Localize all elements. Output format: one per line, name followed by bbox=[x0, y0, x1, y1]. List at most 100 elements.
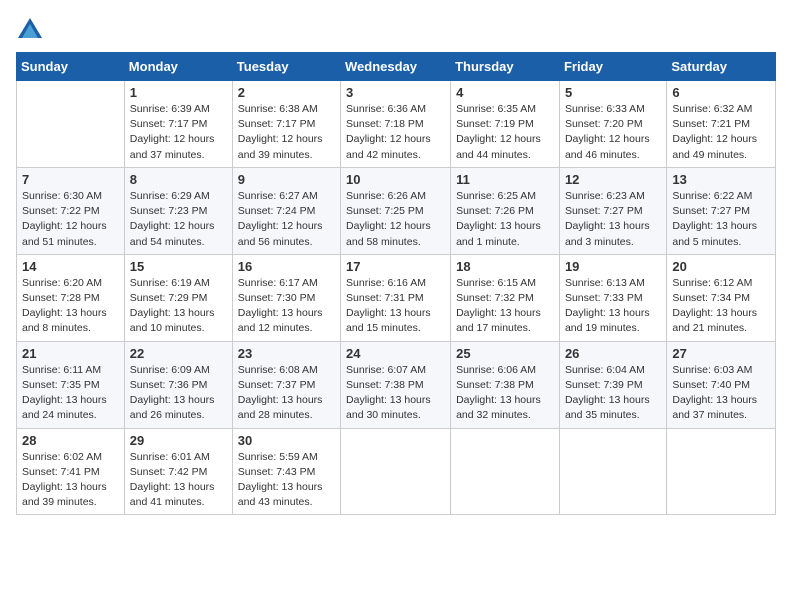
day-info: Sunrise: 6:26 AM Sunset: 7:25 PM Dayligh… bbox=[346, 189, 445, 250]
day-number: 4 bbox=[456, 85, 554, 100]
calendar-week-row: 14 Sunrise: 6:20 AM Sunset: 7:28 PM Dayli… bbox=[17, 254, 776, 341]
day-number: 26 bbox=[565, 346, 661, 361]
day-info: Sunrise: 6:13 AM Sunset: 7:33 PM Dayligh… bbox=[565, 276, 661, 337]
calendar-header-row: SundayMondayTuesdayWednesdayThursdayFrid… bbox=[17, 53, 776, 81]
day-number: 3 bbox=[346, 85, 445, 100]
calendar-cell: 30 Sunrise: 5:59 AM Sunset: 7:43 PM Dayli… bbox=[232, 428, 340, 515]
calendar-cell: 1 Sunrise: 6:39 AM Sunset: 7:17 PM Daylig… bbox=[124, 81, 232, 168]
day-number: 7 bbox=[22, 172, 119, 187]
day-number: 11 bbox=[456, 172, 554, 187]
day-info: Sunrise: 6:30 AM Sunset: 7:22 PM Dayligh… bbox=[22, 189, 119, 250]
calendar-cell: 28Sunrise: 6:02 AM Sunset: 7:41 PM Dayli… bbox=[17, 428, 125, 515]
day-header-wednesday: Wednesday bbox=[341, 53, 451, 81]
calendar-cell: 22 Sunrise: 6:09 AM Sunset: 7:36 PM Dayli… bbox=[124, 341, 232, 428]
day-info: Sunrise: 6:38 AM Sunset: 7:17 PM Dayligh… bbox=[238, 102, 335, 163]
calendar-cell: 26 Sunrise: 6:04 AM Sunset: 7:39 PM Dayli… bbox=[559, 341, 666, 428]
calendar-cell bbox=[17, 81, 125, 168]
day-info: Sunrise: 6:15 AM Sunset: 7:32 PM Dayligh… bbox=[456, 276, 554, 337]
day-number: 19 bbox=[565, 259, 661, 274]
logo bbox=[16, 16, 46, 44]
day-number: 22 bbox=[130, 346, 227, 361]
calendar-week-row: 7 Sunrise: 6:30 AM Sunset: 7:22 PM Daylig… bbox=[17, 167, 776, 254]
day-header-sunday: Sunday bbox=[17, 53, 125, 81]
day-info: Sunrise: 6:20 AM Sunset: 7:28 PM Dayligh… bbox=[22, 276, 119, 337]
calendar-cell: 23 Sunrise: 6:08 AM Sunset: 7:37 PM Dayli… bbox=[232, 341, 340, 428]
day-number: 25 bbox=[456, 346, 554, 361]
day-number: 2 bbox=[238, 85, 335, 100]
calendar-cell: 18 Sunrise: 6:15 AM Sunset: 7:32 PM Dayli… bbox=[451, 254, 560, 341]
calendar-cell: 17 Sunrise: 6:16 AM Sunset: 7:31 PM Dayli… bbox=[341, 254, 451, 341]
day-info: Sunrise: 6:11 AM Sunset: 7:35 PM Dayligh… bbox=[22, 363, 119, 424]
calendar-cell: 2 Sunrise: 6:38 AM Sunset: 7:17 PM Daylig… bbox=[232, 81, 340, 168]
day-info: Sunrise: 6:32 AM Sunset: 7:21 PM Dayligh… bbox=[672, 102, 770, 163]
day-info: Sunrise: 6:03 AM Sunset: 7:40 PM Dayligh… bbox=[672, 363, 770, 424]
calendar-cell: 14 Sunrise: 6:20 AM Sunset: 7:28 PM Dayli… bbox=[17, 254, 125, 341]
calendar-cell: 7 Sunrise: 6:30 AM Sunset: 7:22 PM Daylig… bbox=[17, 167, 125, 254]
calendar-cell: 16 Sunrise: 6:17 AM Sunset: 7:30 PM Dayli… bbox=[232, 254, 340, 341]
day-info: Sunrise: 6:29 AM Sunset: 7:23 PM Dayligh… bbox=[130, 189, 227, 250]
day-info: Sunrise: 6:22 AM Sunset: 7:27 PM Dayligh… bbox=[672, 189, 770, 250]
day-number: 9 bbox=[238, 172, 335, 187]
calendar-cell: 9 Sunrise: 6:27 AM Sunset: 7:24 PM Daylig… bbox=[232, 167, 340, 254]
calendar-cell bbox=[341, 428, 451, 515]
day-number: 24 bbox=[346, 346, 445, 361]
day-number: 1 bbox=[130, 85, 227, 100]
day-number: 29 bbox=[130, 433, 227, 448]
calendar-cell bbox=[559, 428, 666, 515]
calendar-cell bbox=[451, 428, 560, 515]
day-info: Sunrise: 6:27 AM Sunset: 7:24 PM Dayligh… bbox=[238, 189, 335, 250]
calendar-cell: 24Sunrise: 6:07 AM Sunset: 7:38 PM Dayli… bbox=[341, 341, 451, 428]
calendar-cell: 19 Sunrise: 6:13 AM Sunset: 7:33 PM Dayli… bbox=[559, 254, 666, 341]
calendar-cell: 11 Sunrise: 6:25 AM Sunset: 7:26 PM Dayli… bbox=[451, 167, 560, 254]
calendar-cell: 25 Sunrise: 6:06 AM Sunset: 7:38 PM Dayli… bbox=[451, 341, 560, 428]
day-info: Sunrise: 6:08 AM Sunset: 7:37 PM Dayligh… bbox=[238, 363, 335, 424]
calendar-table: SundayMondayTuesdayWednesdayThursdayFrid… bbox=[16, 52, 776, 515]
calendar-cell: 10 Sunrise: 6:26 AM Sunset: 7:25 PM Dayli… bbox=[341, 167, 451, 254]
calendar-cell bbox=[667, 428, 776, 515]
day-header-friday: Friday bbox=[559, 53, 666, 81]
calendar-week-row: 28Sunrise: 6:02 AM Sunset: 7:41 PM Dayli… bbox=[17, 428, 776, 515]
day-number: 15 bbox=[130, 259, 227, 274]
day-info: Sunrise: 6:17 AM Sunset: 7:30 PM Dayligh… bbox=[238, 276, 335, 337]
day-info: Sunrise: 6:04 AM Sunset: 7:39 PM Dayligh… bbox=[565, 363, 661, 424]
day-number: 8 bbox=[130, 172, 227, 187]
calendar-cell: 4 Sunrise: 6:35 AM Sunset: 7:19 PM Daylig… bbox=[451, 81, 560, 168]
day-info: Sunrise: 6:09 AM Sunset: 7:36 PM Dayligh… bbox=[130, 363, 227, 424]
day-number: 18 bbox=[456, 259, 554, 274]
day-info: Sunrise: 6:36 AM Sunset: 7:18 PM Dayligh… bbox=[346, 102, 445, 163]
day-info: Sunrise: 6:33 AM Sunset: 7:20 PM Dayligh… bbox=[565, 102, 661, 163]
day-number: 30 bbox=[238, 433, 335, 448]
day-number: 10 bbox=[346, 172, 445, 187]
day-info: Sunrise: 6:25 AM Sunset: 7:26 PM Dayligh… bbox=[456, 189, 554, 250]
calendar-week-row: 1 Sunrise: 6:39 AM Sunset: 7:17 PM Daylig… bbox=[17, 81, 776, 168]
day-info: Sunrise: 6:23 AM Sunset: 7:27 PM Dayligh… bbox=[565, 189, 661, 250]
day-number: 12 bbox=[565, 172, 661, 187]
day-info: Sunrise: 6:02 AM Sunset: 7:41 PM Dayligh… bbox=[22, 450, 119, 511]
day-number: 16 bbox=[238, 259, 335, 274]
day-number: 23 bbox=[238, 346, 335, 361]
day-info: Sunrise: 6:01 AM Sunset: 7:42 PM Dayligh… bbox=[130, 450, 227, 511]
calendar-cell: 6 Sunrise: 6:32 AM Sunset: 7:21 PM Daylig… bbox=[667, 81, 776, 168]
day-header-thursday: Thursday bbox=[451, 53, 560, 81]
day-number: 6 bbox=[672, 85, 770, 100]
day-number: 5 bbox=[565, 85, 661, 100]
day-number: 21 bbox=[22, 346, 119, 361]
calendar-cell: 5 Sunrise: 6:33 AM Sunset: 7:20 PM Daylig… bbox=[559, 81, 666, 168]
day-number: 14 bbox=[22, 259, 119, 274]
calendar-cell: 12 Sunrise: 6:23 AM Sunset: 7:27 PM Dayli… bbox=[559, 167, 666, 254]
day-info: Sunrise: 5:59 AM Sunset: 7:43 PM Dayligh… bbox=[238, 450, 335, 511]
day-info: Sunrise: 6:19 AM Sunset: 7:29 PM Dayligh… bbox=[130, 276, 227, 337]
calendar-cell: 29 Sunrise: 6:01 AM Sunset: 7:42 PM Dayli… bbox=[124, 428, 232, 515]
day-info: Sunrise: 6:35 AM Sunset: 7:19 PM Dayligh… bbox=[456, 102, 554, 163]
day-info: Sunrise: 6:16 AM Sunset: 7:31 PM Dayligh… bbox=[346, 276, 445, 337]
logo-icon bbox=[16, 16, 44, 44]
day-info: Sunrise: 6:12 AM Sunset: 7:34 PM Dayligh… bbox=[672, 276, 770, 337]
day-header-monday: Monday bbox=[124, 53, 232, 81]
day-info: Sunrise: 6:06 AM Sunset: 7:38 PM Dayligh… bbox=[456, 363, 554, 424]
day-number: 17 bbox=[346, 259, 445, 274]
calendar-cell: 27Sunrise: 6:03 AM Sunset: 7:40 PM Dayli… bbox=[667, 341, 776, 428]
calendar-cell: 21 Sunrise: 6:11 AM Sunset: 7:35 PM Dayli… bbox=[17, 341, 125, 428]
day-info: Sunrise: 6:39 AM Sunset: 7:17 PM Dayligh… bbox=[130, 102, 227, 163]
calendar-cell: 15 Sunrise: 6:19 AM Sunset: 7:29 PM Dayli… bbox=[124, 254, 232, 341]
day-number: 13 bbox=[672, 172, 770, 187]
